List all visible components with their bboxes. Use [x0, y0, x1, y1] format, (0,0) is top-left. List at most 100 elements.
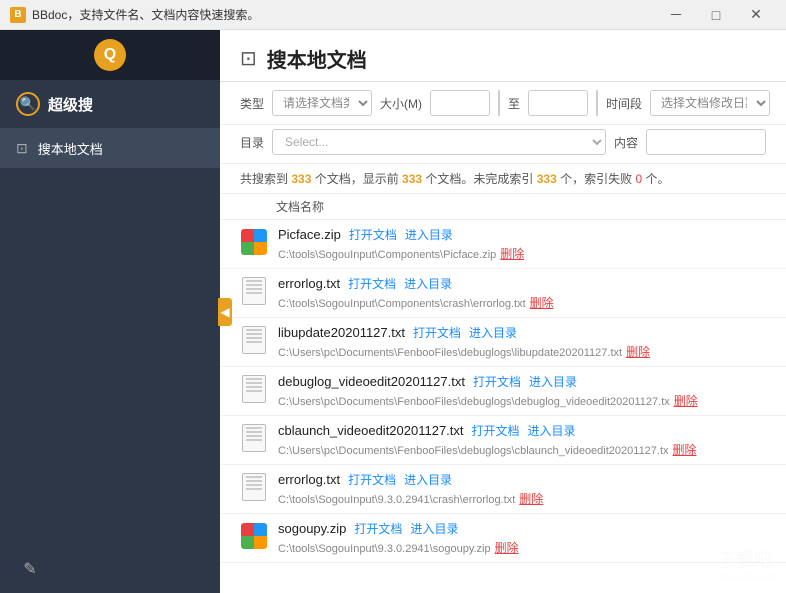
file-item-info: debuglog_videoedit20201127.txt 打开文档进入目录 C:…: [278, 373, 766, 409]
list-item: sogoupy.zip 打开文档进入目录 C:\tools\SogouInput\9…: [220, 514, 786, 563]
delete-file-link[interactable]: 删除: [530, 296, 554, 310]
file-name: errorlog.txt: [278, 472, 340, 487]
enter-dir-link[interactable]: 进入目录: [528, 422, 576, 439]
open-file-link[interactable]: 打开文档: [472, 422, 520, 439]
file-item-info: libupdate20201127.txt打开文档进入目录C:\Users\pc…: [278, 324, 766, 360]
delete-file-link[interactable]: 删除: [519, 492, 543, 506]
file-name: cblaunch_videoedit20201127.txt: [278, 423, 464, 438]
search-circle-icon: 🔍: [16, 92, 40, 116]
size-min-input[interactable]: [430, 90, 490, 116]
sidebar-bottom: ✎: [0, 545, 220, 593]
sidebar-collapse-arrow[interactable]: ◀: [218, 298, 232, 326]
open-file-link[interactable]: 打开文档: [349, 226, 397, 243]
sidebar: Q 🔍 超级搜 ⊡ 搜本地文档 ✎: [0, 30, 220, 593]
file-path: C:\tools\SogouInput\9.3.0.2941\sogoupy.z…: [278, 539, 766, 556]
enter-dir-link[interactable]: 进入目录: [469, 324, 517, 341]
time-filter-label: 时间段: [606, 95, 642, 112]
content-area: ⊡ 搜本地文档 类型 请选择文档类型 大小(M) ▲ ▼ 至 ▲ ▼ 时间段 选…: [220, 30, 786, 593]
title-bar-text: BBdoc，支持文件名、文档内容快速搜索。: [32, 6, 656, 23]
content-header: ⊡ 搜本地文档: [220, 30, 786, 82]
minimize-button[interactable]: －: [656, 0, 696, 30]
shown-count: 333: [402, 172, 422, 186]
delete-file-link[interactable]: 删除: [674, 394, 698, 408]
open-file-link[interactable]: 打开文档: [473, 373, 521, 390]
file-icon: [240, 228, 268, 256]
file-icon: [240, 326, 268, 354]
file-list: Picface.zip打开文档进入目录C:\tools\SogouInput\C…: [220, 220, 786, 593]
size-min-up-button[interactable]: ▲: [499, 91, 500, 103]
file-path: C:\tools\SogouInput\9.3.0.2941\crash\err…: [278, 490, 766, 507]
page-title: 搜本地文档: [267, 44, 367, 73]
size-min-down-button[interactable]: ▼: [499, 103, 500, 115]
file-name: errorlog.txt: [278, 276, 340, 291]
file-name: sogoupy.zip: [278, 521, 346, 536]
list-item: errorlog.txt 打开文档进入目录 C:\tools\SogouInput\…: [220, 465, 786, 514]
open-file-link[interactable]: 打开文档: [348, 471, 396, 488]
edit-icon[interactable]: ✎: [16, 555, 44, 583]
sidebar-logo-area: Q: [0, 30, 220, 80]
size-filter-label: 大小(M): [380, 95, 422, 112]
to-label: 至: [508, 95, 520, 112]
content-header-icon: ⊡: [240, 46, 257, 71]
enter-dir-link[interactable]: 进入目录: [405, 226, 453, 243]
type-filter-select[interactable]: 请选择文档类型: [272, 90, 372, 116]
file-name-col-header: 文档名称: [276, 198, 766, 215]
title-bar-buttons: － □ ✕: [656, 0, 776, 30]
delete-file-link[interactable]: 删除: [500, 247, 524, 261]
delete-file-link[interactable]: 删除: [626, 345, 650, 359]
file-path: C:\Users\pc\Documents\FenbooFiles\debugl…: [278, 441, 766, 458]
file-item-info: errorlog.txt 打开文档进入目录 C:\tools\SogouInput\…: [278, 471, 766, 507]
file-path: C:\Users\pc\Documents\FenbooFiles\debugl…: [278, 392, 766, 409]
pending-count: 333: [537, 172, 557, 186]
search-local-icon: ⊡: [16, 140, 28, 157]
chevron-left-icon: ◀: [220, 305, 229, 319]
file-item-info: Picface.zip 打开文档进入目录 C:\tools\SogouInput\C…: [278, 226, 766, 262]
dir-label: 目录: [240, 134, 264, 151]
title-bar: B BBdoc，支持文件名、文档内容快速搜索。 － □ ✕: [0, 0, 786, 30]
file-icon: [240, 522, 268, 550]
file-item-info: errorlog.txt打开文档进入目录C:\tools\SogouInput\…: [278, 275, 766, 311]
summary-row: 共搜索到 333 个文档，显示前 333 个文档。未完成索引 333 个，索引失…: [220, 164, 786, 194]
list-item: Picface.zip 打开文档进入目录 C:\tools\SogouInput\C…: [220, 220, 786, 269]
content-filter-input[interactable]: [646, 129, 766, 155]
time-filter-select[interactable]: 选择文档修改日期: [650, 90, 770, 116]
app-icon: B: [10, 7, 26, 23]
total-count: 333: [291, 172, 311, 186]
file-icon: [240, 277, 268, 305]
list-item: cblaunch_videoedit20201127.txt 打开文档进入目录 C:…: [220, 416, 786, 465]
close-button[interactable]: ✕: [736, 0, 776, 30]
sidebar-item-search-local-label: 搜本地文档: [38, 139, 103, 158]
list-item: libupdate20201127.txt打开文档进入目录C:\Users\pc…: [220, 318, 786, 367]
file-icon: [240, 375, 268, 403]
type-filter-label: 类型: [240, 95, 264, 112]
delete-file-link[interactable]: 删除: [495, 541, 519, 555]
size-max-input[interactable]: [528, 90, 588, 116]
file-path: C:\tools\SogouInput\Components\Picface.z…: [278, 245, 766, 262]
failed-count: 0: [635, 172, 642, 186]
file-name: Picface.zip: [278, 227, 341, 242]
app-logo: Q: [94, 39, 126, 71]
size-max-up-button[interactable]: ▲: [597, 91, 598, 103]
open-file-link[interactable]: 打开文档: [354, 520, 402, 537]
enter-dir-link[interactable]: 进入目录: [529, 373, 577, 390]
dir-select[interactable]: Select...: [272, 129, 606, 155]
delete-file-link[interactable]: 删除: [673, 443, 697, 457]
enter-dir-link[interactable]: 进入目录: [404, 275, 452, 292]
list-item: errorlog.txt打开文档进入目录C:\tools\SogouInput\…: [220, 269, 786, 318]
open-file-link[interactable]: 打开文档: [348, 275, 396, 292]
file-list-header: 文档名称: [220, 194, 786, 220]
file-icon: [240, 424, 268, 452]
enter-dir-link[interactable]: 进入目录: [410, 520, 458, 537]
open-file-link[interactable]: 打开文档: [413, 324, 461, 341]
sidebar-search-label: 🔍 超级搜: [16, 92, 204, 116]
size-max-down-button[interactable]: ▼: [597, 103, 598, 115]
file-name: debuglog_videoedit20201127.txt: [278, 374, 465, 389]
enter-dir-link[interactable]: 进入目录: [404, 471, 452, 488]
main-layout: Q 🔍 超级搜 ⊡ 搜本地文档 ✎ ◀ ⊡ 搜本地文档: [0, 30, 786, 593]
content-filter-label: 内容: [614, 134, 638, 151]
file-item-info: sogoupy.zip 打开文档进入目录 C:\tools\SogouInput\9…: [278, 520, 766, 556]
sidebar-item-search-local[interactable]: ⊡ 搜本地文档: [0, 129, 220, 168]
maximize-button[interactable]: □: [696, 0, 736, 30]
sidebar-super-search-label: 超级搜: [48, 94, 93, 115]
size-max-spinner: ▲ ▼: [596, 90, 598, 116]
